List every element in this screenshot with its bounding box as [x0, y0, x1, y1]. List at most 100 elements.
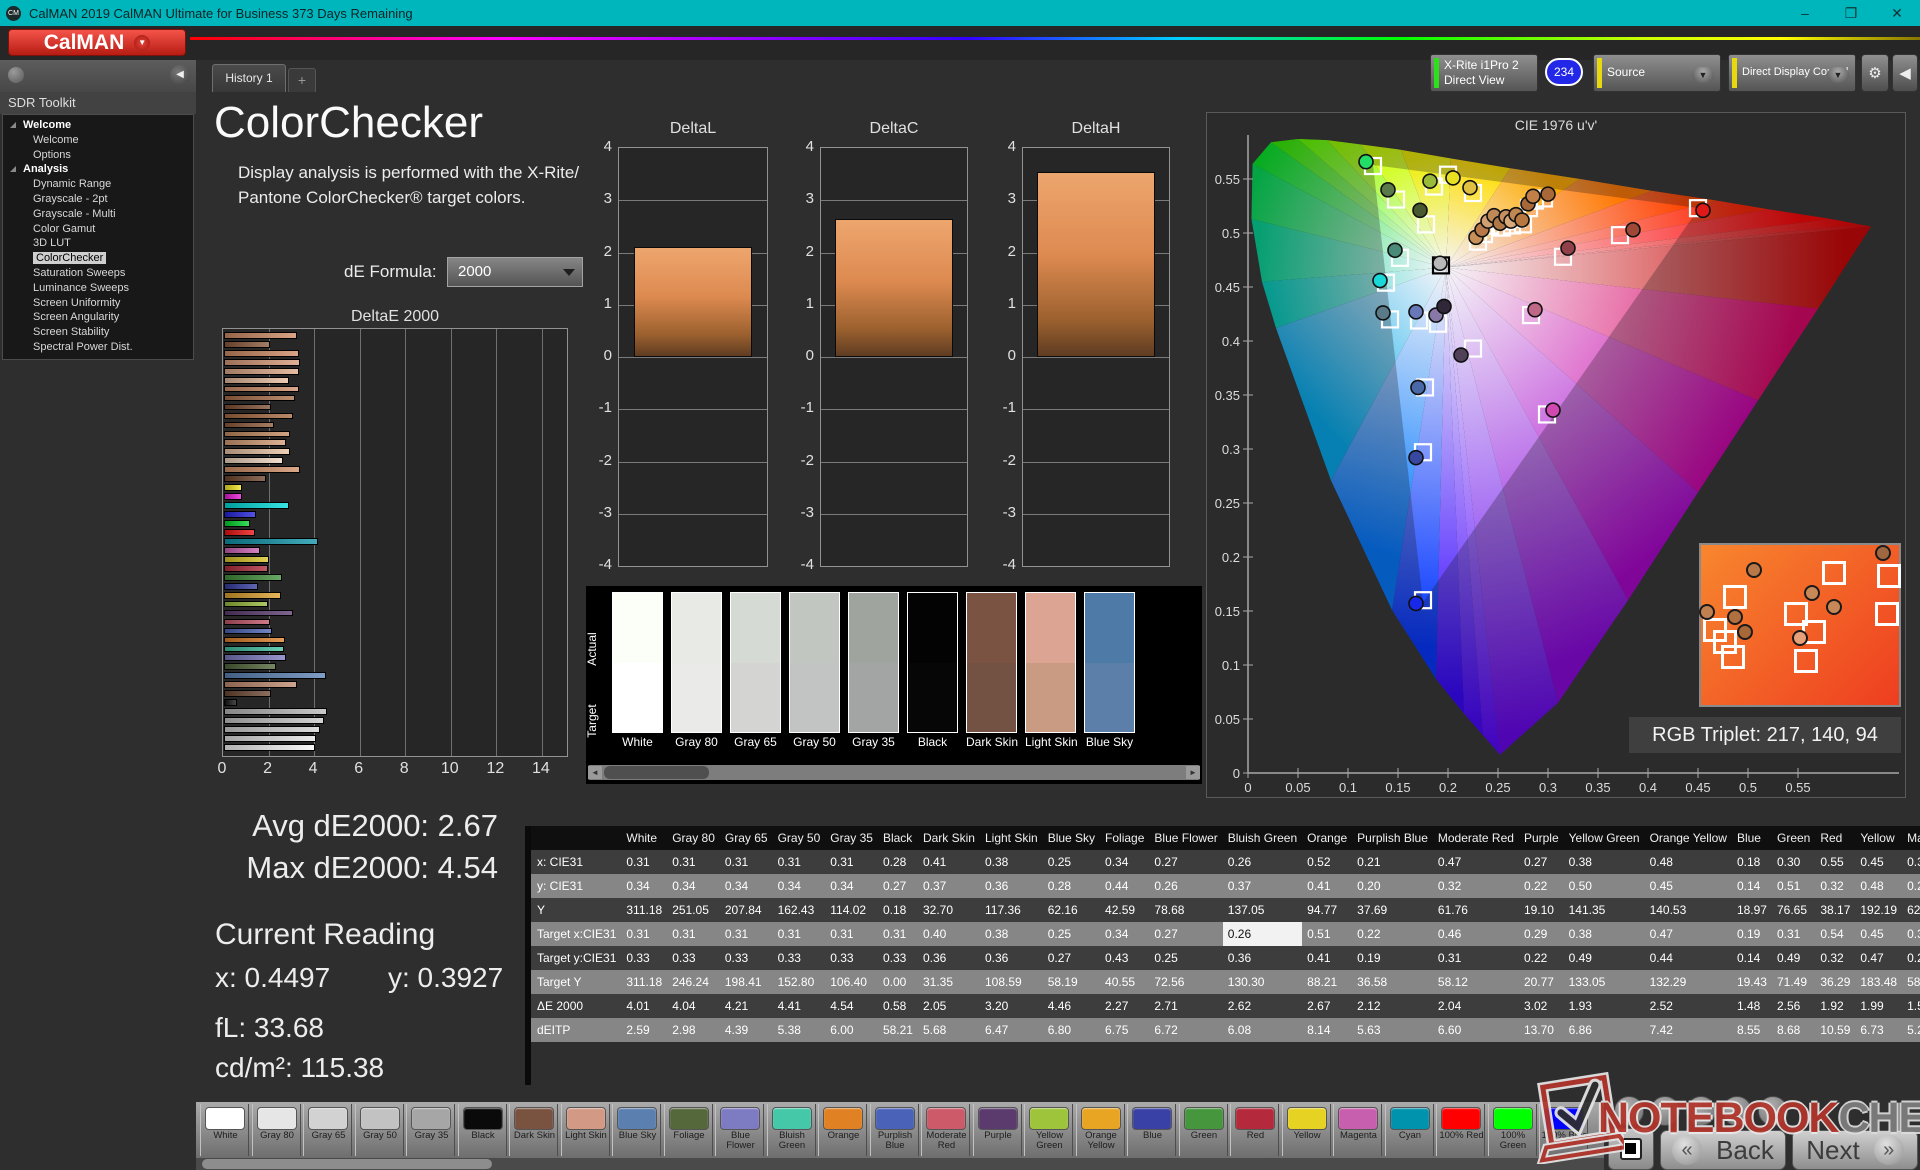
patch-button-yellow-green[interactable]: Yellow Green: [1024, 1104, 1073, 1156]
table-cell[interactable]: 4.41: [772, 994, 826, 1018]
table-cell[interactable]: 58.12: [1432, 970, 1519, 994]
patch-button-gray-65[interactable]: Gray 65: [303, 1104, 352, 1156]
patch-button-gray-80[interactable]: Gray 80: [251, 1104, 301, 1156]
table-cell[interactable]: 207.84: [719, 898, 773, 922]
table-cell[interactable]: 31.35: [917, 970, 980, 994]
table-cell[interactable]: 78.68: [1149, 898, 1223, 922]
sidebar-item-saturation-sweeps[interactable]: Saturation Sweeps: [3, 266, 193, 281]
table-cell[interactable]: 0.31: [719, 850, 773, 874]
sidebar-item-grayscale-multi[interactable]: Grayscale - Multi: [3, 207, 193, 222]
sidebar-item-analysis[interactable]: Analysis: [3, 162, 193, 177]
table-cell[interactable]: 3.02: [1518, 994, 1564, 1018]
table-cell[interactable]: 2.56: [1771, 994, 1816, 1018]
table-cell[interactable]: 0.32: [1815, 946, 1856, 970]
table-cell[interactable]: 2.12: [1352, 994, 1433, 1018]
sidebar-led-button[interactable]: [8, 67, 24, 83]
table-cell[interactable]: 1.93: [1563, 994, 1645, 1018]
table-cell[interactable]: 0.37: [1222, 874, 1303, 898]
table-cell[interactable]: 2.62: [1222, 994, 1303, 1018]
table-cell[interactable]: 251.05: [667, 898, 720, 922]
patch-button-foliage[interactable]: Foliage: [663, 1104, 713, 1156]
table-cell[interactable]: 4.54: [825, 994, 878, 1018]
meter-dropdown[interactable]: X-Rite i1Pro 2 Direct View: [1430, 54, 1538, 92]
table-cell[interactable]: 0.27: [1149, 850, 1223, 874]
table-cell[interactable]: 0.19: [1731, 922, 1772, 946]
expander-icon[interactable]: [10, 122, 16, 128]
sidebar-item-luminance-sweeps[interactable]: Luminance Sweeps: [3, 281, 193, 296]
table-cell[interactable]: 132.29: [1644, 970, 1732, 994]
table-cell[interactable]: 0.51: [1302, 922, 1353, 946]
patch-button-black[interactable]: Black: [457, 1104, 507, 1156]
table-cell[interactable]: 6.00: [825, 1018, 878, 1042]
table-cell[interactable]: 2.67: [1302, 994, 1353, 1018]
scroll-right-icon[interactable]: ►: [1186, 766, 1200, 779]
table-cell[interactable]: 0.29: [1518, 922, 1564, 946]
table-cell[interactable]: 0.31: [825, 850, 878, 874]
patch-button-moderate-red[interactable]: Moderate Red: [921, 1104, 970, 1156]
table-cell[interactable]: 5.63: [1352, 1018, 1433, 1042]
table-cell[interactable]: 4.46: [1042, 994, 1101, 1018]
table-cell[interactable]: 0.49: [1771, 946, 1816, 970]
back-button[interactable]: « Back: [1660, 1130, 1786, 1170]
minimize-button[interactable]: –: [1782, 0, 1828, 26]
patch-button-light-skin[interactable]: Light Skin: [560, 1104, 610, 1156]
table-cell[interactable]: 8.68: [1771, 1018, 1816, 1042]
table-cell[interactable]: 0.41: [917, 850, 980, 874]
table-cell[interactable]: 0.14: [1731, 946, 1772, 970]
table-cell[interactable]: 0.18: [1731, 850, 1772, 874]
table-cell[interactable]: 106.40: [825, 970, 878, 994]
patch-button-red[interactable]: Red: [1230, 1104, 1279, 1156]
table-cell[interactable]: 0.48: [1644, 850, 1732, 874]
table-cell[interactable]: 0.31: [772, 850, 826, 874]
tab-history-1[interactable]: History 1: [212, 64, 286, 92]
sidebar-item-welcome[interactable]: Welcome: [3, 118, 193, 133]
table-cell[interactable]: 0.26: [1149, 874, 1223, 898]
transport-button-4[interactable]: [1722, 1096, 1752, 1126]
table-cell[interactable]: 71.49: [1771, 970, 1816, 994]
table-cell[interactable]: 0.31: [772, 922, 826, 946]
table-cell[interactable]: 5.26: [1902, 1018, 1920, 1042]
patch-button-blue-sky[interactable]: Blue Sky: [612, 1104, 661, 1156]
table-cell[interactable]: 0.38: [1563, 850, 1645, 874]
table-cell[interactable]: 246.24: [667, 970, 720, 994]
table-cell[interactable]: 0.38: [979, 922, 1043, 946]
table-cell[interactable]: 0.48: [1855, 874, 1903, 898]
sidebar-item-options[interactable]: Options: [3, 148, 193, 163]
table-cell[interactable]: 0.36: [1222, 946, 1303, 970]
table-cell[interactable]: 0.43: [1100, 946, 1150, 970]
table-cell[interactable]: 0.22: [1518, 946, 1564, 970]
table-cell[interactable]: 6.47: [979, 1018, 1043, 1042]
table-cell[interactable]: 0.49: [1563, 946, 1645, 970]
table-cell[interactable]: 0.27: [1042, 946, 1101, 970]
table-cell[interactable]: 0.20: [1352, 874, 1433, 898]
table-cell[interactable]: 0.34: [621, 874, 668, 898]
table-cell[interactable]: 0.46: [1432, 922, 1519, 946]
next-button[interactable]: Next »: [1792, 1130, 1918, 1170]
table-cell[interactable]: 0.32: [1815, 874, 1856, 898]
table-cell[interactable]: 117.36: [979, 898, 1043, 922]
table-cell[interactable]: 6.73: [1855, 1018, 1903, 1042]
sidebar-item-color-gamut[interactable]: Color Gamut: [3, 222, 193, 237]
table-cell[interactable]: 4.21: [719, 994, 773, 1018]
pattern-window-button[interactable]: [1608, 1128, 1654, 1170]
table-cell[interactable]: 0.25: [1042, 850, 1101, 874]
table-cell[interactable]: 0.54: [1815, 922, 1856, 946]
table-cell[interactable]: 130.30: [1222, 970, 1303, 994]
table-cell[interactable]: 4.39: [719, 1018, 773, 1042]
table-cell[interactable]: 0.41: [1302, 946, 1353, 970]
sidebar-item-grayscale-2pt[interactable]: Grayscale - 2pt: [3, 192, 193, 207]
table-cell[interactable]: 0.38: [1902, 850, 1920, 874]
table-cell[interactable]: 311.18: [621, 970, 668, 994]
table-cell[interactable]: 0.45: [1855, 850, 1903, 874]
table-cell[interactable]: 0.34: [1100, 922, 1150, 946]
table-cell[interactable]: 0.31: [667, 922, 720, 946]
source-dropdown[interactable]: Source ▼: [1593, 54, 1721, 92]
table-cell[interactable]: 6.08: [1222, 1018, 1303, 1042]
table-cell[interactable]: 19.10: [1518, 898, 1564, 922]
table-cell[interactable]: 0.51: [1771, 874, 1816, 898]
table-cell[interactable]: 0.27: [1149, 922, 1223, 946]
table-cell[interactable]: 7.42: [1644, 1018, 1732, 1042]
table-cell[interactable]: 0.18: [877, 898, 918, 922]
table-cell[interactable]: 1.92: [1815, 994, 1856, 1018]
swatch-scrollbar[interactable]: ◄ ►: [588, 765, 1200, 780]
